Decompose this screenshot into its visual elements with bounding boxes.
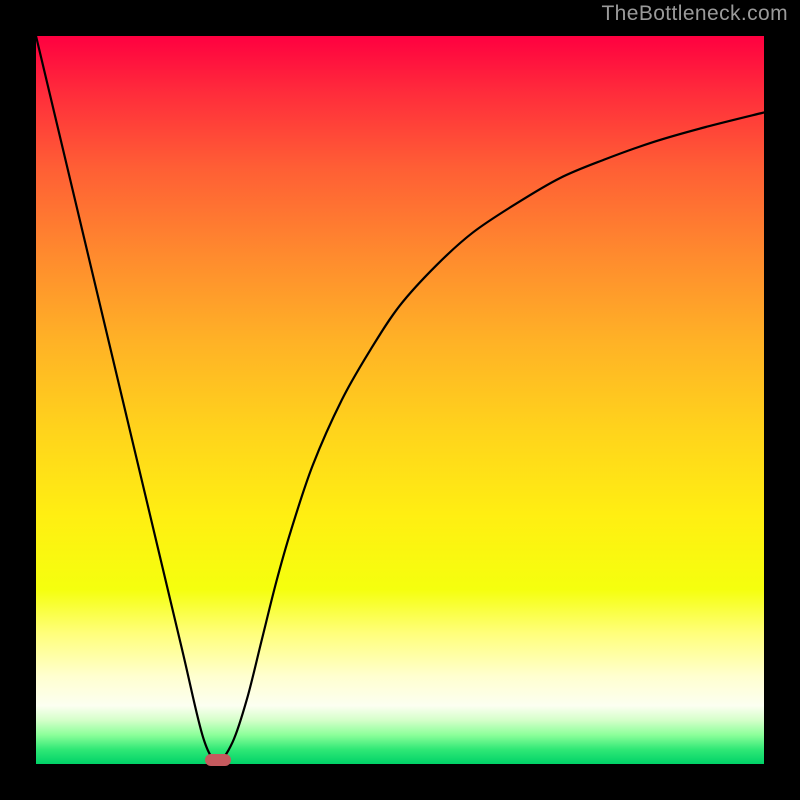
chart-frame: TheBottleneck.com [0,0,800,800]
watermark-label: TheBottleneck.com [601,2,788,26]
plot-area [36,36,764,764]
bottleneck-curve [36,36,764,764]
min-marker [205,754,231,766]
